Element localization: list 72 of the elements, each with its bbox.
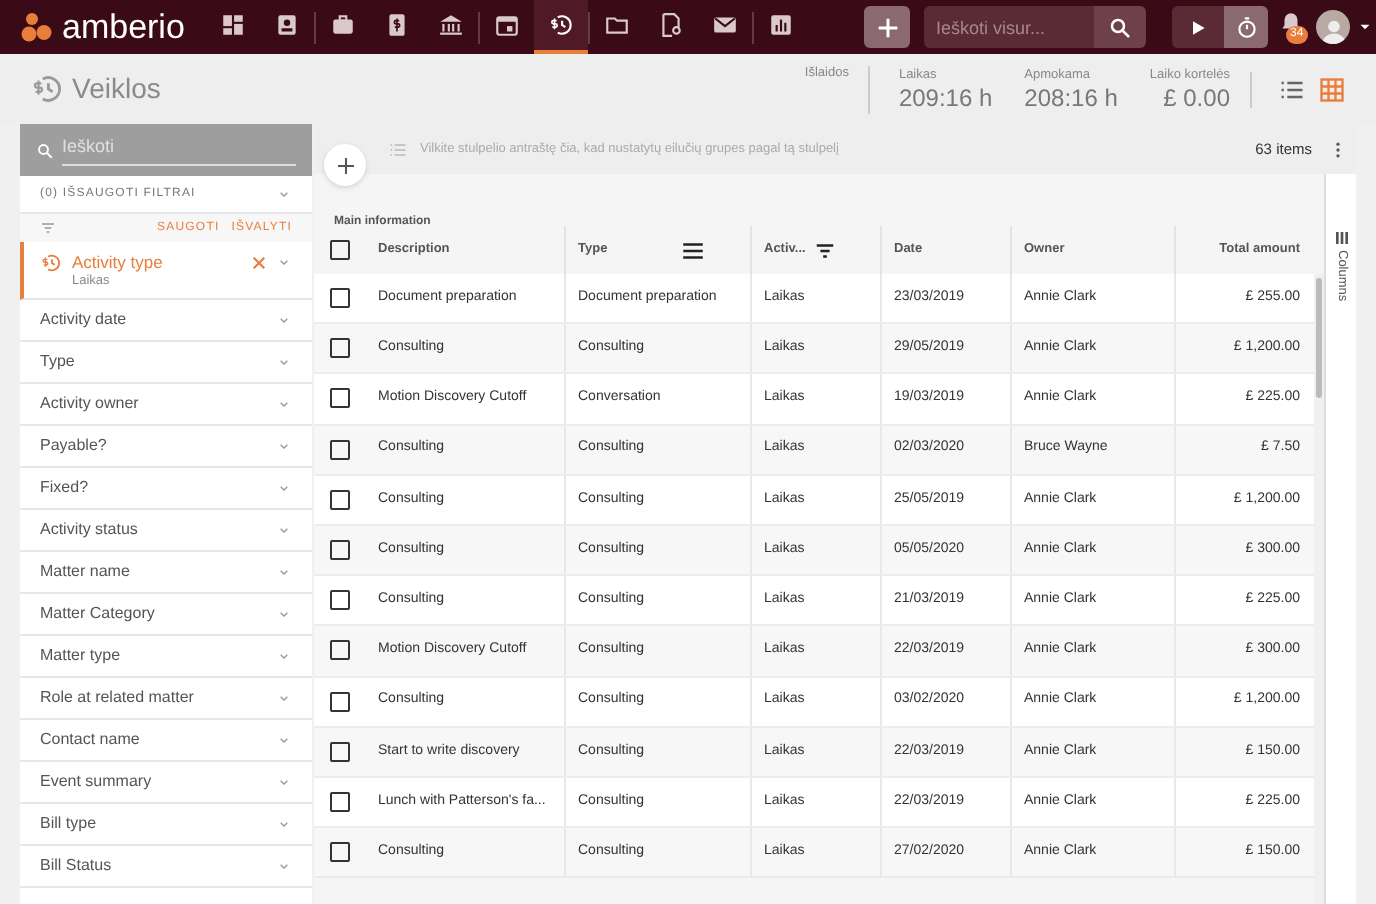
person-silhouette-icon [1319,16,1347,44]
menu-icon[interactable] [679,237,706,263]
search-button[interactable] [1094,6,1146,48]
filter-item[interactable]: Matter Category [20,594,312,636]
filter-item[interactable]: Activity owner [20,384,312,426]
checkbox[interactable] [330,540,350,561]
sidebar-search-field[interactable]: Ieškoti [62,133,296,167]
stat-value: £ 0.00 [1163,83,1230,111]
checkbox[interactable] [330,741,350,762]
calendar-icon [494,12,520,38]
filter-item[interactable]: Activity status [20,510,312,552]
list-icon [388,139,408,159]
bank-icon [438,12,464,38]
timer-button[interactable] [1224,6,1268,48]
contact-card-icon [274,12,300,38]
clock-dollar-icon [548,12,574,38]
logo-text: amberio [62,10,185,44]
columns-icon [1333,230,1349,246]
filter-item[interactable]: Event summary [20,762,312,804]
user-avatar[interactable] [1316,10,1350,44]
checkbox[interactable] [330,288,350,309]
checkbox[interactable] [330,640,350,661]
briefcase-icon [330,12,356,38]
stopwatch-icon [1233,14,1259,40]
add-button[interactable] [864,6,910,48]
view-toggle[interactable] [1316,74,1346,104]
filter-item[interactable]: Bill Status [20,846,312,888]
filter-item[interactable]: Fixed? [20,468,312,510]
filter-item[interactable]: Activity date [20,300,312,342]
filter-icon[interactable] [813,239,836,261]
clock-dollar-icon [40,252,62,274]
filter-item[interactable]: Matter name [20,552,312,594]
checkbox[interactable] [330,439,350,460]
play-button[interactable] [1172,6,1224,48]
checkbox[interactable] [330,590,350,611]
stat-value: 209:16 h [898,83,993,111]
dashboard-icon [220,12,246,38]
filter-item[interactable]: Contact name [20,720,312,762]
stat-value: 208:16 h [1024,83,1118,111]
checkbox[interactable] [330,338,350,359]
filter-item[interactable]: Bill type [20,804,312,846]
search-icon [1108,15,1132,39]
plus-icon [873,13,901,41]
close-icon[interactable] [250,254,268,272]
grid-view-icon [1317,75,1345,103]
filter-label: Activity type [72,250,165,274]
folder-icon [604,12,630,38]
logo-icon [20,9,56,45]
page-title: Veiklos [72,70,161,108]
checkbox[interactable] [330,240,350,260]
search-bar[interactable]: Ieškoti [20,124,312,176]
checkbox[interactable] [330,388,350,409]
checkbox[interactable] [330,691,350,712]
checkbox[interactable] [330,842,350,863]
chart-icon [768,12,794,38]
clock-dollar-icon [30,72,64,106]
filter-icon [40,220,56,236]
invoice-icon [384,12,410,38]
filter-item[interactable]: Type [20,342,312,384]
search-icon [36,141,54,159]
add-button[interactable] [324,144,366,186]
plus-icon [333,153,357,177]
document-search-icon [658,12,684,38]
filter-item[interactable]: Payable? [20,426,312,468]
checkbox[interactable] [330,489,350,510]
global-search-field[interactable]: Ieškoti visur... [924,6,1094,48]
play-icon [1188,17,1208,37]
nav-tab[interactable] [534,0,588,54]
checkbox[interactable] [330,791,350,812]
filter-item[interactable]: Matter type [20,636,312,678]
mail-icon [712,12,738,38]
filter-item[interactable]: Role at related matter [20,678,312,720]
